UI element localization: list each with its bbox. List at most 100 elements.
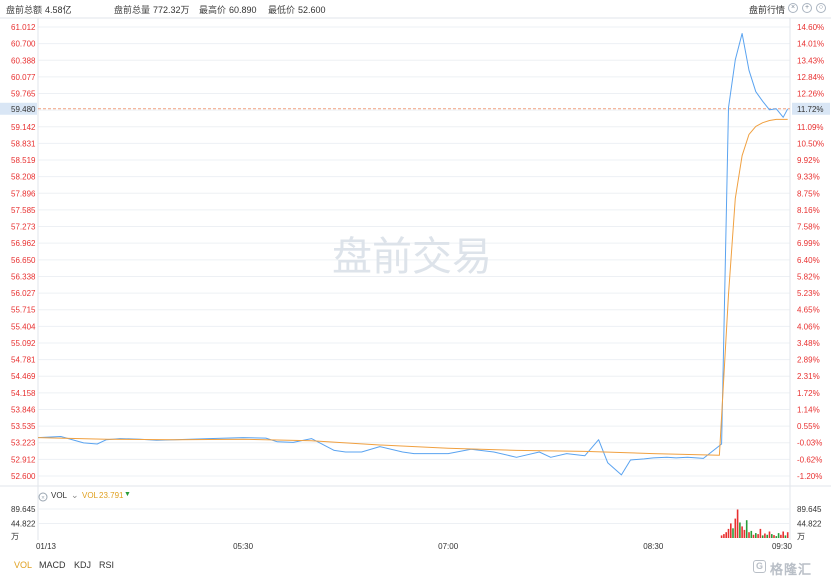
time-axis: 01/13 05:30 07:00 08:30 09:30 (36, 542, 793, 551)
volume-tick-label: 44.822 (11, 520, 36, 529)
volume-bar (736, 509, 739, 538)
price-tick-label: 61.012 (11, 23, 36, 32)
price-tick-label: 60.700 (11, 40, 36, 49)
percent-tick-label: 9.92% (797, 156, 820, 165)
price-tick-label: 59.765 (11, 90, 36, 99)
percent-tick-label: -1.20% (797, 472, 822, 481)
volume-tick-label: 89.645 (797, 505, 822, 514)
volume-bar (720, 535, 723, 538)
percent-tick-label: 2.31% (797, 372, 820, 381)
tab-macd[interactable]: MACD (39, 560, 66, 570)
volume-bar (784, 535, 787, 538)
volume-tick-label: 89.645 (11, 505, 36, 514)
volume-bar (771, 534, 773, 538)
percent-tick-label: 14.60% (797, 23, 824, 32)
volume-bar (739, 522, 741, 538)
price-axis-right: 14.60%14.01%13.43%12.84%12.26%11.67%11.0… (797, 23, 824, 481)
volume-bar (750, 530, 753, 538)
volume-tick-label: 44.822 (797, 520, 822, 529)
volume-bar (764, 533, 766, 538)
price-tick-label: 57.585 (11, 206, 36, 215)
price-tick-label: 52.600 (11, 472, 36, 481)
volume-bar (743, 529, 746, 538)
volume-tick-label: 万 (11, 532, 19, 541)
volume-bar (734, 518, 737, 538)
tab-rsi[interactable]: RSI (99, 560, 114, 570)
cursor-price-label: 59.480 (11, 105, 36, 114)
volume-bar (732, 528, 734, 538)
price-tick-label: 59.142 (11, 123, 36, 132)
volume-bar (741, 526, 743, 538)
volume-bar (761, 535, 764, 538)
volume-ma-label: VOL (82, 491, 99, 500)
time-tick-label: 05:30 (233, 542, 254, 551)
volume-bar (723, 534, 725, 538)
volume-bar (773, 535, 775, 538)
price-tick-label: 52.912 (11, 455, 36, 464)
percent-tick-label: 12.26% (797, 90, 824, 99)
volume-bar (752, 534, 755, 538)
volume-indicator-label[interactable]: VOL (51, 491, 67, 500)
percent-tick-label: 8.75% (797, 189, 820, 198)
percent-tick-label: 3.48% (797, 339, 820, 348)
volume-bar (748, 532, 750, 538)
percent-tick-label: -0.03% (797, 439, 822, 448)
volume-bar (759, 528, 762, 538)
volume-bar (777, 533, 780, 538)
close-x-glyph: × (41, 496, 45, 502)
percent-tick-label: 10.50% (797, 139, 824, 148)
percent-tick-label: 5.82% (797, 272, 820, 281)
volume-bar (745, 520, 748, 538)
cursor-pct-label: 11.72% (797, 105, 824, 114)
time-tick-label: 01/13 (36, 542, 57, 551)
price-tick-label: 57.896 (11, 189, 36, 198)
percent-tick-label: 0.55% (797, 422, 820, 431)
percent-tick-label: -0.62% (797, 455, 822, 464)
volume-bar (757, 534, 759, 538)
percent-tick-label: 6.40% (797, 256, 820, 265)
percent-tick-label: 4.65% (797, 306, 820, 315)
time-tick-label: 07:00 (438, 542, 459, 551)
volume-bar (766, 534, 768, 538)
volume-ma-value: 23.791 (99, 491, 124, 500)
percent-tick-label: 4.06% (797, 322, 820, 331)
percent-tick-label: 2.89% (797, 356, 820, 365)
gelonghui-logo: G 格隆汇 (753, 560, 821, 577)
price-tick-label: 58.831 (11, 139, 36, 148)
price-tick-label: 55.404 (11, 322, 36, 331)
price-tick-label: 54.469 (11, 372, 36, 381)
percent-tick-label: 14.01% (797, 40, 824, 49)
price-tick-label: 53.846 (11, 405, 36, 414)
percent-tick-label: 11.09% (797, 123, 824, 132)
volume-bar (725, 532, 727, 538)
volume-bar (775, 536, 778, 538)
grid-layer (0, 17, 831, 540)
percent-tick-label: 8.16% (797, 206, 820, 215)
time-tick-label: 09:30 (772, 542, 793, 551)
tab-vol[interactable]: VOL (14, 560, 32, 570)
price-tick-label: 58.519 (11, 156, 36, 165)
price-tick-label: 54.781 (11, 356, 36, 365)
volume-bar (730, 523, 732, 538)
price-tick-label: 55.715 (11, 306, 36, 315)
price-axis-left: 61.01260.70060.38860.07759.76559.45459.1… (11, 23, 36, 481)
percent-tick-label: 1.72% (797, 389, 820, 398)
volume-bar (786, 532, 789, 538)
logo-text: 格隆汇 (770, 562, 813, 577)
volume-tick-label: 万 (797, 532, 805, 541)
price-tick-label: 56.027 (11, 289, 36, 298)
percent-tick-label: 13.43% (797, 56, 824, 65)
percent-tick-label: 12.84% (797, 73, 824, 82)
price-tick-label: 53.223 (11, 439, 36, 448)
tab-kdj[interactable]: KDJ (74, 560, 91, 570)
percent-tick-label: 6.99% (797, 239, 820, 248)
price-tick-label: 54.158 (11, 389, 36, 398)
watermark-text: 盘前交易 (332, 235, 492, 279)
indicator-tabs: VOL MACD KDJ RSI (0, 558, 831, 577)
price-tick-label: 57.273 (11, 223, 36, 232)
chevron-down-icon[interactable]: ⌄ (71, 490, 79, 501)
volume-bar (755, 533, 757, 538)
volume-bar (727, 528, 730, 538)
price-tick-label: 58.208 (11, 173, 36, 182)
price-tick-label: 56.650 (11, 256, 36, 265)
